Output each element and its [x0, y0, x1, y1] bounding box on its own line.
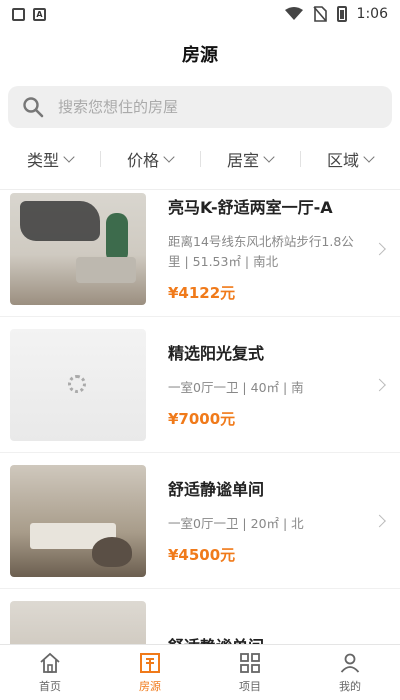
chevron-down-icon: [263, 150, 275, 163]
listing-photo: [10, 464, 146, 577]
font-icon: A: [33, 7, 46, 21]
tab-label: 房源: [139, 680, 161, 693]
listing-info: 舒适静谧单间 一室0厅一卫 | 20㎡ | 北 ¥4500元: [146, 465, 390, 577]
listing-price: ¥7000元: [168, 410, 236, 428]
notification-icon: [12, 7, 25, 21]
tab-label: 首页: [39, 680, 61, 693]
status-right: 1:06: [284, 6, 388, 22]
chevron-down-icon: [363, 150, 375, 163]
status-bar: A 1:06: [0, 0, 400, 28]
tab-home[interactable]: 首页: [0, 645, 100, 700]
listing-price: ¥4500元: [168, 546, 236, 564]
listing-card[interactable]: 亮马K-舒适两室一厅-A 距离14号线东风北桥站步行1.8公里 | 51.53㎡…: [0, 181, 400, 317]
no-sim-icon: [312, 6, 327, 22]
listing-name: 精选阳光复式: [168, 344, 265, 363]
bottom-tab-bar: 首页 房源 项目 我的: [0, 644, 400, 700]
listing-name: 舒适静谧单间: [168, 633, 362, 645]
listing-photo: [10, 328, 146, 441]
listing-meta: 一室0厅一卫 | 20㎡ | 北: [168, 516, 304, 531]
listing-list: 亮马K-舒适两室一厅-A 距离14号线东风北桥站步行1.8公里 | 51.53㎡…: [0, 181, 400, 644]
wifi-icon: [284, 7, 303, 20]
user-icon: [340, 653, 360, 673]
listing-info: 精选阳光复式 一室0厅一卫 | 40㎡ | 南 ¥7000元: [146, 329, 390, 441]
search-wrap: [0, 80, 400, 128]
tab-profile[interactable]: 我的: [300, 645, 400, 700]
listing-meta: 距离14号线东风北桥站步行1.8公里 | 51.53㎡ | 南北: [168, 234, 354, 269]
listing-meta: 一室0厅一卫 | 40㎡ | 南: [168, 380, 304, 395]
listing-photo: [10, 192, 146, 305]
tab-label: 项目: [239, 680, 261, 693]
status-time: 1:06: [356, 6, 388, 22]
listing-card[interactable]: 舒适静谧单间: [0, 589, 400, 644]
grid-icon: [240, 653, 260, 673]
filter-label: 区域: [326, 150, 359, 170]
listing-card[interactable]: 精选阳光复式 一室0厅一卫 | 40㎡ | 南 ¥7000元: [0, 317, 400, 453]
filter-label: 价格: [126, 150, 159, 170]
search-input[interactable]: [58, 98, 358, 116]
status-left: A: [12, 7, 46, 21]
page-title: 房源: [182, 45, 218, 66]
filter-type[interactable]: 类型: [0, 147, 100, 171]
building-icon: [140, 653, 160, 673]
tab-listings[interactable]: 房源: [100, 645, 200, 700]
listing-card[interactable]: 舒适静谧单间 一室0厅一卫 | 20㎡ | 北 ¥4500元: [0, 453, 400, 589]
battery-icon: [336, 6, 347, 22]
listing-photo: [10, 600, 146, 644]
listing-name: 舒适静谧单间: [168, 480, 265, 499]
search-icon: [23, 97, 44, 118]
listing-name: 亮马K-舒适两室一厅-A: [168, 198, 333, 217]
tab-projects[interactable]: 项目: [200, 645, 300, 700]
filter-label: 居室: [226, 150, 259, 170]
filter-label: 类型: [26, 150, 59, 170]
chevron-down-icon: [163, 150, 175, 163]
loading-icon: [68, 374, 86, 393]
search-bar[interactable]: [8, 86, 392, 128]
tab-label: 我的: [339, 680, 361, 693]
home-icon: [40, 652, 60, 673]
filter-area[interactable]: 区域: [300, 147, 400, 171]
filter-price[interactable]: 价格: [100, 147, 200, 171]
listing-info: 舒适静谧单间: [146, 601, 390, 645]
listing-price: ¥4122元: [168, 284, 236, 302]
listing-info: 亮马K-舒适两室一厅-A 距离14号线东风北桥站步行1.8公里 | 51.53㎡…: [146, 193, 390, 305]
chevron-down-icon: [63, 150, 75, 163]
filter-rooms[interactable]: 居室: [200, 147, 300, 171]
